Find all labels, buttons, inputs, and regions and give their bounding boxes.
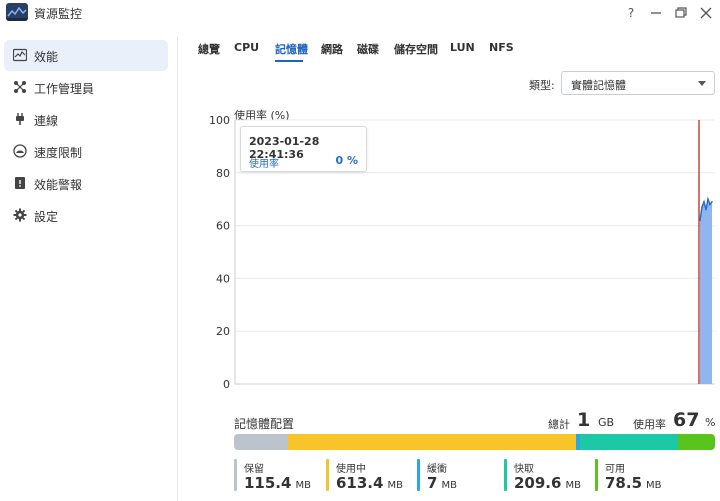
legend-color-reserved — [234, 459, 237, 491]
legend-label: 使用中 — [336, 464, 366, 475]
speedometer-icon — [13, 144, 27, 158]
y-tick-label: 0 — [223, 378, 230, 391]
tab-lun[interactable]: LUN — [450, 41, 475, 54]
tab-overview[interactable]: 總覽 — [198, 41, 220, 57]
legend-value: 613.4 MB — [336, 474, 403, 492]
usage-point — [709, 203, 711, 206]
sidebar-item-label: 效能 — [34, 50, 59, 64]
tab-volume[interactable]: 儲存空間 — [394, 41, 438, 57]
close-button[interactable] — [697, 4, 715, 22]
resource-monitor-app-icon — [6, 3, 28, 21]
sidebar-item-label: 連線 — [34, 114, 59, 128]
usage-point — [707, 198, 709, 200]
legend-color-available — [595, 459, 598, 491]
tooltip-value: 0 % — [335, 154, 358, 167]
gear-icon — [13, 208, 27, 222]
task-manager-icon — [14, 81, 26, 93]
performance-chart-icon — [13, 48, 27, 62]
restore-icon — [675, 7, 687, 18]
usage-area — [700, 199, 712, 384]
allocation-segment — [288, 434, 577, 450]
sidebar-item-label: 效能警報 — [34, 178, 83, 192]
usage-point — [711, 201, 713, 203]
close-icon — [700, 7, 712, 19]
sidebar-item-label: 工作管理員 — [34, 82, 95, 96]
total-label: 總計 — [548, 418, 570, 431]
allocation-segment — [678, 434, 715, 450]
sidebar-item-task-manager[interactable]: 工作管理員 — [4, 72, 168, 103]
y-tick-label: 40 — [216, 272, 230, 285]
window-title: 資源監控 — [34, 7, 83, 21]
sidebar: 效能 工作管理員 連線 速度限制 效能警報 設定 — [0, 36, 178, 501]
sidebar-item-performance-alerts[interactable]: 效能警報 — [4, 168, 168, 199]
tab-network[interactable]: 網路 — [321, 41, 343, 57]
y-tick-label: 20 — [216, 325, 230, 338]
total-value: 1 — [577, 409, 591, 431]
help-button[interactable]: ? — [622, 4, 640, 22]
chart-tooltip: 2023-01-28 22:41:36 使用率 0 % — [240, 126, 367, 172]
tooltip-key: 使用率 — [249, 159, 279, 170]
tab-nfs[interactable]: NFS — [489, 41, 514, 54]
usage-value: 67 — [673, 409, 700, 431]
legend-color-in-use — [326, 459, 329, 491]
memory-type-select[interactable]: 實體記憶體 — [561, 71, 715, 95]
sidebar-item-label: 設定 — [34, 210, 59, 224]
total-unit: GB — [598, 416, 615, 429]
tab-cpu[interactable]: CPU — [234, 41, 259, 54]
sidebar-item-settings[interactable]: 設定 — [4, 200, 168, 231]
usage-point — [701, 206, 703, 208]
legend-value: 115.4 MB — [244, 474, 311, 492]
sidebar-item-label: 速度限制 — [34, 146, 83, 160]
tab-disk[interactable]: 磁碟 — [357, 41, 379, 57]
title-bar: 資源監控 ? — [0, 0, 720, 26]
chevron-down-icon — [698, 81, 706, 86]
usage-label: 使用率 — [633, 418, 666, 431]
legend-color-cache — [504, 459, 507, 491]
usage-point — [705, 208, 707, 211]
alert-clipboard-icon — [15, 177, 25, 189]
sidebar-item-connections[interactable]: 連線 — [4, 104, 168, 135]
legend-value: 209.6 MB — [514, 474, 581, 492]
allocation-title: 記憶體配置 — [234, 417, 295, 431]
legend-value: 78.5 MB — [605, 474, 662, 492]
y-tick-label: 60 — [216, 220, 230, 233]
tab-memory[interactable]: 記憶體 — [275, 41, 308, 57]
sidebar-item-speed-limit[interactable]: 速度限制 — [4, 136, 168, 167]
minimize-button[interactable] — [647, 4, 665, 22]
usage-point — [703, 201, 705, 203]
legend-label: 可用 — [605, 464, 625, 475]
y-tick-label: 100 — [209, 114, 230, 127]
legend-value: 7 MB — [427, 474, 457, 492]
y-tick-label: 80 — [216, 167, 230, 180]
sidebar-item-performance[interactable]: 效能 — [4, 40, 168, 71]
type-label: 類型: — [529, 79, 555, 92]
allocation-segment — [579, 434, 679, 450]
legend-label: 緩衝 — [427, 464, 447, 475]
minimize-icon — [651, 12, 661, 14]
memory-allocation-bar — [234, 434, 715, 450]
memory-type-value: 實體記憶體 — [571, 79, 626, 92]
legend-color-buffer — [417, 459, 420, 491]
allocation-segment — [234, 434, 289, 450]
usage-unit: % — [705, 416, 716, 429]
plug-icon — [16, 113, 24, 125]
legend-label: 快取 — [514, 464, 534, 475]
legend-label: 保留 — [244, 464, 264, 475]
active-tab-indicator — [275, 60, 303, 62]
restore-button[interactable] — [672, 4, 690, 22]
